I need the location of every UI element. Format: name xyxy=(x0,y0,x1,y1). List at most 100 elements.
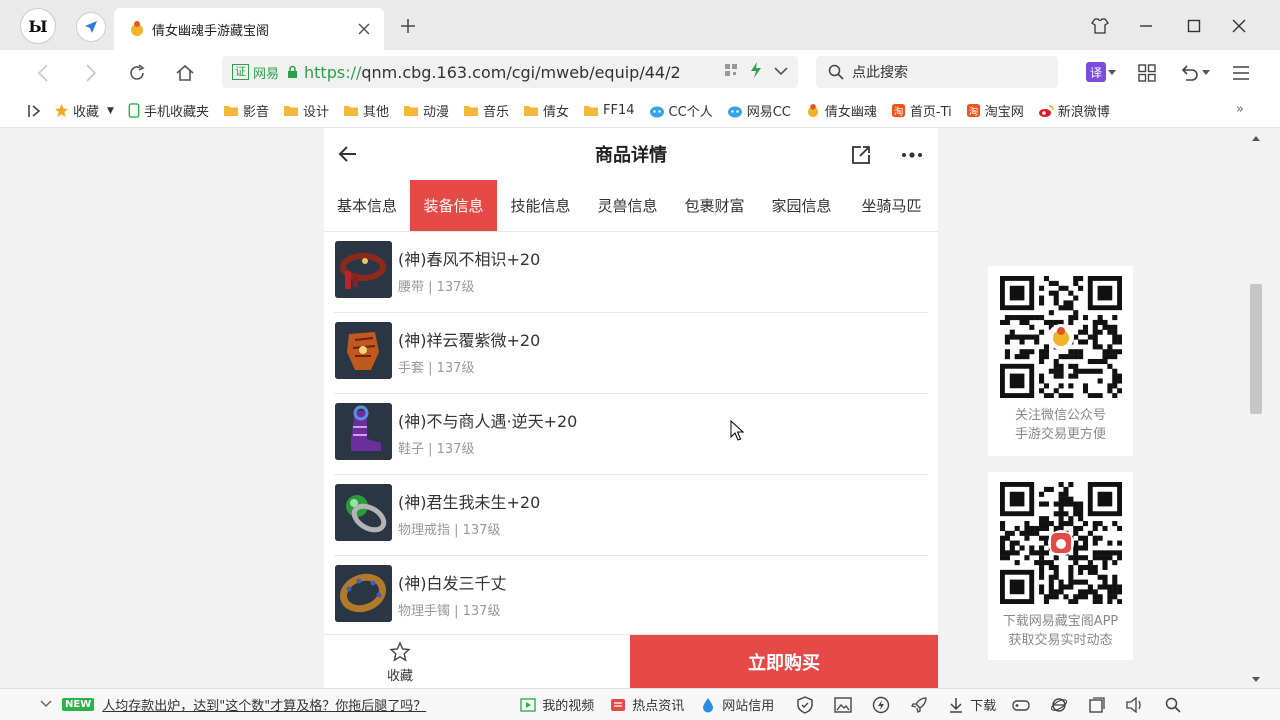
bookmark-item[interactable]: 网易CC xyxy=(727,101,791,120)
tab-3[interactable]: 灵兽信息 xyxy=(584,180,671,231)
phone-icon xyxy=(128,103,140,118)
folder-icon xyxy=(223,104,239,117)
star-outline-icon xyxy=(389,640,411,662)
bookmark-item[interactable]: 其他 xyxy=(343,101,389,120)
bookmark-item[interactable]: 收藏 ▼ xyxy=(54,101,114,120)
refresh-icon[interactable] xyxy=(124,60,150,86)
equipment-meta: 物理手镯 | 137级 xyxy=(398,604,501,619)
menu-icon[interactable] xyxy=(1228,60,1254,86)
equipment-name: (神)君生我未生+20 xyxy=(398,493,541,512)
equipment-item[interactable]: (神)君生我未生+20 物理戒指 | 137级 xyxy=(334,475,928,556)
lock-icon xyxy=(287,65,298,79)
undo-dropdown-icon[interactable] xyxy=(1200,60,1212,86)
sidebar-toggle-icon[interactable] xyxy=(28,104,42,118)
equipment-image xyxy=(335,322,392,379)
buy-now-button[interactable]: 立即购买 xyxy=(630,635,938,688)
translate-icon[interactable]: 译 xyxy=(1086,62,1106,82)
chevron-down-icon[interactable] xyxy=(774,65,788,80)
my-video-link[interactable]: 我的视频 xyxy=(520,695,594,714)
skin-icon[interactable] xyxy=(1086,12,1114,40)
tab-0[interactable]: 基本信息 xyxy=(324,180,410,231)
bookmark-item[interactable]: 淘淘宝网 xyxy=(966,101,1024,120)
browser-logo[interactable]: Ы xyxy=(20,8,56,44)
equipment-item[interactable]: (神)白发三千丈 物理手镯 | 137级 xyxy=(334,556,928,637)
apps-grid-icon[interactable] xyxy=(1134,60,1160,86)
bookmark-item[interactable]: FF14 xyxy=(583,103,635,118)
speedup-icon[interactable] xyxy=(872,696,890,714)
image-icon[interactable] xyxy=(834,696,852,714)
speed-mode-icon[interactable] xyxy=(750,62,762,82)
window-icon[interactable] xyxy=(1088,696,1106,714)
bookmark-item[interactable]: 手机收藏夹 xyxy=(128,101,209,120)
forward-icon[interactable] xyxy=(78,60,104,86)
hot-news-link[interactable]: 热点资讯 xyxy=(610,695,684,714)
tab-2[interactable]: 技能信息 xyxy=(497,180,584,231)
bookmark-item[interactable]: 音乐 xyxy=(463,101,509,120)
status-bar: NEW 人均存款出炉，达到"这个数"才算及格？你拖后腿了吗？ 我的视频 热点资讯… xyxy=(0,688,1280,720)
speaker-icon[interactable] xyxy=(1126,696,1144,714)
site-credit-link[interactable]: 网站信用 xyxy=(700,695,774,714)
taobao-icon: 淘 xyxy=(891,103,906,118)
back-arrow-icon[interactable] xyxy=(336,142,360,166)
equipment-item[interactable]: (神)春风不相识+20 腰带 | 137级 xyxy=(334,232,928,313)
zoom-icon[interactable] xyxy=(1164,696,1182,714)
home-icon[interactable] xyxy=(172,60,198,86)
bookmark-item[interactable]: 动漫 xyxy=(403,101,449,120)
app-qr-code xyxy=(999,482,1122,605)
share-icon[interactable] xyxy=(850,144,872,166)
navigation-icon[interactable] xyxy=(76,12,106,42)
tab-5[interactable]: 家园信息 xyxy=(758,180,845,231)
maximize-icon[interactable] xyxy=(1180,12,1208,40)
bookmark-item[interactable]: 倩女 xyxy=(523,101,569,120)
bookmark-item[interactable]: 设计 xyxy=(283,101,329,120)
download-link[interactable]: 下载 xyxy=(948,695,996,714)
close-window-icon[interactable] xyxy=(1225,12,1253,40)
equipment-meta: 手套 | 137级 xyxy=(398,361,475,376)
scroll-down-icon[interactable] xyxy=(1252,677,1260,682)
address-bar[interactable]: 证 网易 https://qnm.cbg.163.com/cgi/mweb/eq… xyxy=(222,56,798,88)
bookmark-item[interactable]: 倩女幽魂 xyxy=(805,101,877,120)
undo-icon[interactable] xyxy=(1176,60,1202,86)
rocket-icon[interactable] xyxy=(910,696,928,714)
scroll-up-icon[interactable] xyxy=(1252,136,1260,141)
back-icon[interactable] xyxy=(30,60,56,86)
translate-dropdown-icon[interactable] xyxy=(1106,60,1118,86)
more-bookmarks-icon[interactable]: » xyxy=(1236,102,1244,117)
equipment-image xyxy=(335,241,392,298)
bookmark-dropdown-icon[interactable]: ▼ xyxy=(107,106,114,116)
qr-code-icon[interactable] xyxy=(724,63,738,81)
taobao-icon: 淘 xyxy=(966,103,981,118)
wechat-qr-caption: 关注微信公众号 手游交易更方便 xyxy=(1014,408,1106,442)
tab-6[interactable]: 坐骑马匹 xyxy=(845,180,938,231)
bookmark-item[interactable]: 淘首页-Ti xyxy=(891,101,952,120)
ie-icon[interactable] xyxy=(1050,696,1068,714)
equipment-item[interactable]: (神)祥云覆紫微+20 手套 | 137级 xyxy=(334,313,928,394)
url-text[interactable]: https://qnm.cbg.163.com/cgi/mweb/equip/4… xyxy=(304,63,684,82)
browser-title-bar: Ы 倩女幽魂手游藏宝阁 xyxy=(0,0,1280,50)
page-scrollbar[interactable] xyxy=(1248,128,1264,688)
bookmark-item[interactable]: 影音 xyxy=(223,101,269,120)
tab-4[interactable]: 包裹财富 xyxy=(671,180,758,231)
scrollbar-thumb[interactable] xyxy=(1250,284,1262,414)
search-box[interactable]: 点此搜索 xyxy=(816,56,1058,88)
certificate-badge[interactable]: 证 网易 xyxy=(232,63,279,82)
news-ticker-link[interactable]: 人均存款出炉，达到"这个数"才算及格？你拖后腿了吗？ xyxy=(102,695,426,714)
mobile-header: 商品详情 xyxy=(324,128,938,180)
equipment-item[interactable]: (神)不与商人遇·逆天+20 鞋子 | 137级 xyxy=(334,394,928,475)
game-controller-icon[interactable] xyxy=(1012,696,1030,714)
tab-close-icon[interactable] xyxy=(354,19,374,39)
minimize-icon[interactable] xyxy=(1132,12,1160,40)
shield-icon[interactable] xyxy=(796,695,814,714)
bookmark-item[interactable]: 新浪微博 xyxy=(1038,101,1110,120)
tab-1[interactable]: 装备信息 xyxy=(410,180,497,231)
page-title: 商品详情 xyxy=(595,145,667,166)
more-options-icon[interactable] xyxy=(900,146,924,164)
chevron-down-icon[interactable] xyxy=(40,698,52,713)
star-icon xyxy=(54,103,69,118)
video-icon xyxy=(520,697,536,713)
site-favicon-icon xyxy=(128,20,146,38)
new-tab-icon[interactable] xyxy=(396,14,420,38)
favorite-button[interactable]: 收藏 xyxy=(324,635,476,688)
browser-tab[interactable]: 倩女幽魂手游藏宝阁 xyxy=(114,8,384,50)
bookmark-item[interactable]: CC个人 xyxy=(649,101,713,120)
